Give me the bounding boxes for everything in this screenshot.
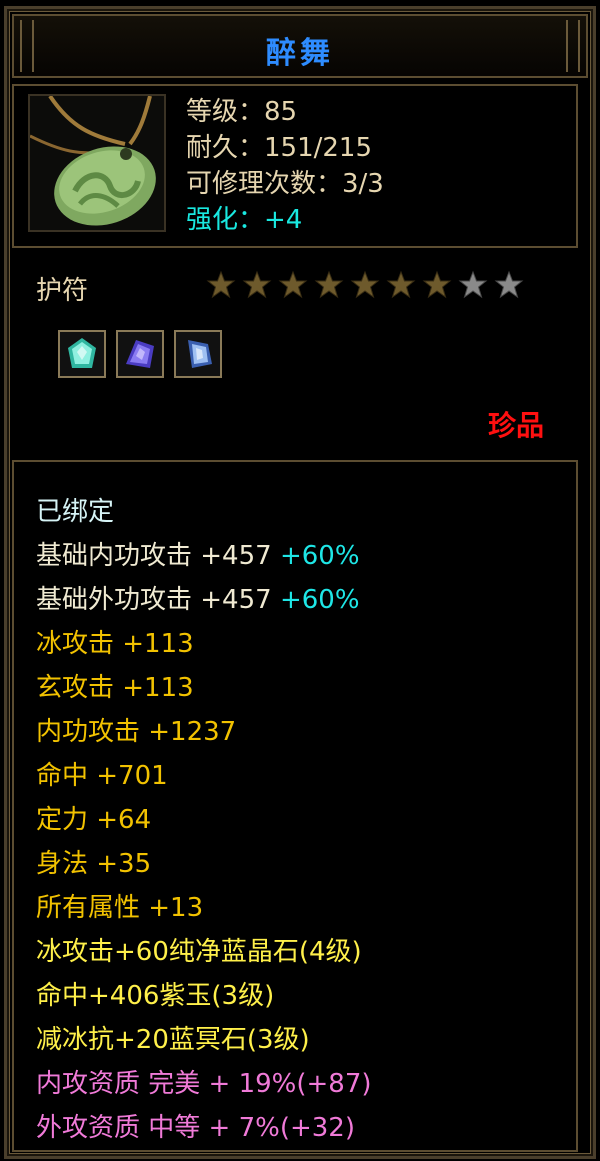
star-rating (206, 270, 524, 300)
star-filled-icon (242, 270, 272, 299)
attribute-list: 已绑定 基础内功攻击 +457 +60% 基础外功攻击 +457 +60% 冰攻… (36, 490, 372, 1150)
all-attributes: 所有属性 +13 (36, 893, 204, 923)
base-inner-attack-bonus: +60% (279, 541, 360, 571)
base-inner-attack-value: 基础内功攻击 +457 (36, 541, 280, 571)
base-outer-attack: 基础外功攻击 +457 +60% (36, 578, 372, 622)
gem-slots (58, 330, 222, 378)
item-tooltip: 醉舞 等级：85 耐久：151/215 可修理次数：3/3 强化：+4 护符 珍… (0, 0, 600, 1161)
focus: 定力 +64 (36, 805, 152, 835)
gem-bonus-2: 命中+406紫玉(3级) (36, 981, 275, 1011)
ice-attack: 冰攻击 +113 (36, 629, 194, 659)
blue-crystal-gem-icon[interactable] (174, 330, 222, 378)
attributes-panel: 已绑定 基础内功攻击 +457 +60% 基础外功攻击 +457 +60% 冰攻… (12, 460, 578, 1152)
star-empty-icon (458, 270, 488, 299)
gem-bonus-3: 减冰抗+20蓝冥石(3级) (36, 1025, 310, 1055)
base-outer-attack-bonus: +60% (279, 585, 360, 615)
star-filled-icon (422, 270, 452, 299)
bound-status: 已绑定 (36, 497, 115, 527)
item-type: 护符 (36, 276, 89, 306)
base-inner-attack: 基础内功攻击 +457 +60% (36, 534, 372, 578)
enhance-label: 强化：+4 (186, 205, 303, 235)
inner-attack: 内功攻击 +1237 (36, 717, 237, 747)
gem-bonus-1: 冰攻击+60纯净蓝晶石(4级) (36, 937, 362, 967)
star-filled-icon (350, 270, 380, 299)
agility: 身法 +35 (36, 849, 152, 879)
purple-crystal-gem-icon[interactable] (116, 330, 164, 378)
title-bar: 醉舞 (12, 14, 588, 78)
hit: 命中 +701 (36, 761, 168, 791)
jade-amulet-icon (28, 94, 166, 232)
star-filled-icon (206, 270, 236, 299)
rarity-label: 珍品 (487, 409, 544, 442)
durability-label: 耐久：151/215 (186, 133, 373, 163)
xuan-attack: 玄攻击 +113 (36, 673, 194, 703)
star-filled-icon (386, 270, 416, 299)
star-empty-icon (494, 270, 524, 299)
item-info-panel: 等级：85 耐久：151/215 可修理次数：3/3 强化：+4 (12, 84, 578, 248)
outer-quality: 外攻资质 中等 + 7%(+32) (36, 1113, 355, 1143)
green-crystal-gem-icon[interactable] (58, 330, 106, 378)
level-label: 等级：85 (186, 97, 298, 127)
repair-count-label: 可修理次数：3/3 (186, 169, 384, 199)
base-outer-attack-value: 基础外功攻击 +457 (36, 585, 280, 615)
inner-quality: 内攻资质 完美 + 19%(+87) (36, 1069, 372, 1099)
item-name: 醉舞 (266, 36, 334, 71)
star-filled-icon (278, 270, 308, 299)
item-base-stats: 等级：85 耐久：151/215 可修理次数：3/3 强化：+4 (186, 94, 384, 238)
star-filled-icon (314, 270, 344, 299)
